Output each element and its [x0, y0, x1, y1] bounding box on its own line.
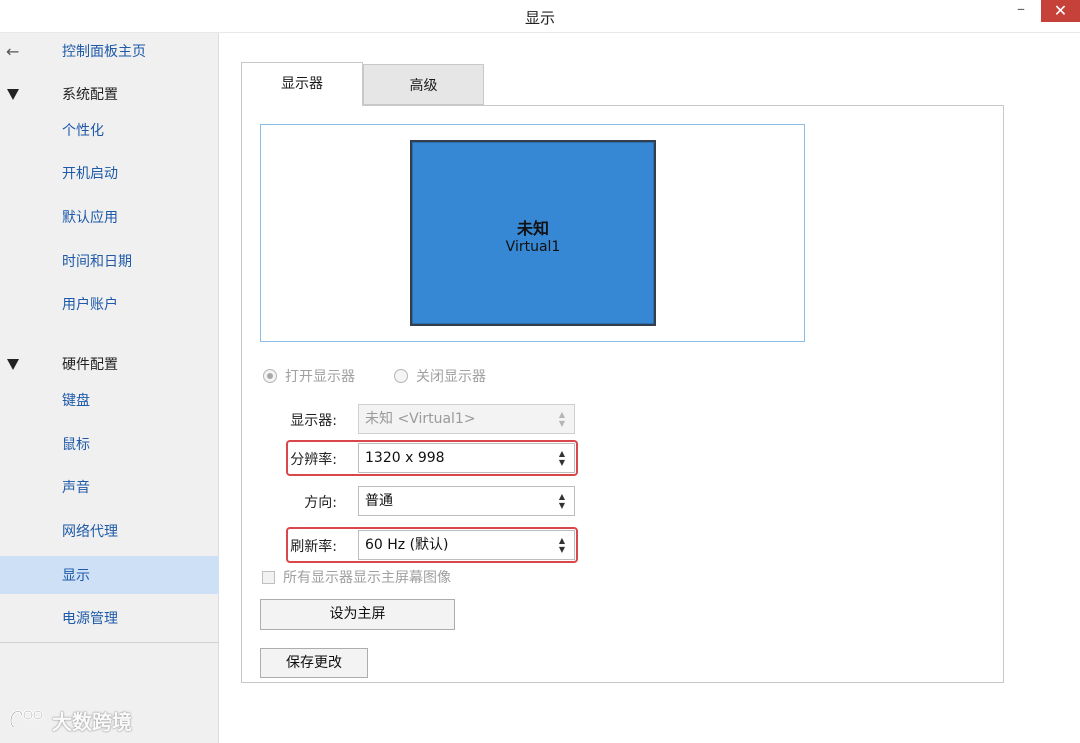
radio-label: 打开显示器 — [285, 369, 355, 385]
mirror-checkbox-label: 所有显示器显示主屏幕图像 — [283, 570, 451, 586]
sidebar-item-display[interactable]: 显示 — [0, 556, 219, 594]
monitor-tile[interactable]: 未知 Virtual1 — [410, 140, 656, 326]
sidebar-item-mouse[interactable]: 鼠标 — [0, 426, 219, 462]
monitor-name: 未知 — [516, 219, 549, 238]
set-primary-button[interactable]: 设为主屏 — [260, 599, 455, 630]
sidebar-item-label: 键盘 — [62, 393, 90, 409]
window-title: 显示 — [524, 9, 555, 27]
radio-unselected-icon[interactable] — [394, 369, 408, 383]
close-button[interactable]: ✕ — [1041, 0, 1080, 22]
refresh-rate-select-value: 60 Hz (默认) — [365, 537, 449, 553]
collapse-triangle-icon[interactable] — [7, 88, 19, 100]
sidebar-item-label: 网络代理 — [62, 524, 118, 540]
spinner-arrows-icon: ▲ ▼ — [558, 449, 566, 467]
spinner-arrows-icon: ▲ ▼ — [558, 410, 566, 428]
resolution-select-value: 1320 x 998 — [365, 450, 445, 466]
tab-advanced[interactable]: 高级 — [363, 64, 484, 105]
sidebar-item-date-time[interactable]: 时间和日期 — [0, 243, 219, 279]
sidebar-item-keyboard[interactable]: 键盘 — [0, 382, 219, 418]
monitor-select-value: 未知 <Virtual1> — [365, 411, 476, 427]
sidebar-section-label: 系统配置 — [62, 87, 118, 103]
sidebar-item-default-apps[interactable]: 默认应用 — [0, 199, 219, 235]
sidebar-item-label: 显示 — [62, 568, 90, 584]
sidebar-section-hardware[interactable]: 硬件配置 — [0, 346, 219, 382]
monitor-select-label: 显示器: — [290, 413, 337, 429]
orientation-select-label: 方向: — [304, 495, 337, 511]
sidebar-item-personalization[interactable]: 个性化 — [0, 112, 219, 148]
sidebar-item-label: 开机启动 — [62, 166, 118, 182]
refresh-rate-select[interactable]: 60 Hz (默认) ▲ ▼ — [358, 530, 575, 560]
back-arrow-icon[interactable]: ← — [6, 42, 19, 61]
radio-monitor-on[interactable]: 打开显示器 — [263, 366, 355, 386]
sidebar-item-label: 声音 — [62, 480, 90, 496]
watermark: 大数跨境 — [8, 700, 132, 740]
orientation-select-value: 普通 — [365, 493, 393, 509]
sidebar-item-startup[interactable]: 开机启动 — [0, 155, 219, 191]
watermark-text: 大数跨境 — [52, 709, 132, 734]
spinner-arrows-icon: ▲ ▼ — [558, 536, 566, 554]
sidebar-item-power[interactable]: 电源管理 — [0, 600, 219, 636]
radio-label: 关闭显示器 — [416, 369, 486, 385]
sidebar-item-label: 默认应用 — [62, 210, 118, 226]
minimize-button[interactable]: – — [1004, 0, 1038, 22]
orientation-select[interactable]: 普通 ▲ ▼ — [358, 486, 575, 516]
mirror-checkbox-row[interactable]: 所有显示器显示主屏幕图像 — [262, 568, 451, 586]
refresh-rate-select-label: 刷新率: — [290, 539, 337, 555]
sidebar-item-label: 鼠标 — [62, 437, 90, 453]
sidebar-item-label: 用户账户 — [62, 297, 118, 313]
sidebar-item-label: 控制面板主页 — [62, 44, 146, 60]
title-bar: 显示 – ✕ — [0, 0, 1080, 33]
sidebar: ← 控制面板主页 系统配置 个性化 开机启动 默认应用 时间和日期 用户账户 硬… — [0, 33, 219, 743]
spinner-arrows-icon: ▲ ▼ — [558, 492, 566, 510]
resolution-select[interactable]: 1320 x 998 ▲ ▼ — [358, 443, 575, 473]
mirror-checkbox[interactable] — [262, 570, 275, 584]
sidebar-item-home[interactable]: ← 控制面板主页 — [0, 33, 219, 69]
resolution-select-label: 分辨率: — [290, 452, 337, 468]
sidebar-section-label: 硬件配置 — [62, 357, 118, 373]
sidebar-item-label: 个性化 — [62, 123, 104, 139]
sidebar-item-label: 电源管理 — [62, 611, 118, 627]
save-button[interactable]: 保存更改 — [260, 648, 368, 678]
monitor-id: Virtual1 — [505, 239, 561, 255]
sidebar-section-system[interactable]: 系统配置 — [0, 76, 219, 112]
radio-selected-icon[interactable] — [263, 369, 277, 383]
collapse-triangle-icon[interactable] — [7, 358, 19, 370]
sidebar-item-label: 时间和日期 — [62, 254, 132, 270]
monitor-select[interactable]: 未知 <Virtual1> ▲ ▼ — [358, 404, 575, 434]
sidebar-item-sound[interactable]: 声音 — [0, 469, 219, 505]
tab-monitor[interactable]: 显示器 — [241, 62, 363, 106]
watermark-logo-icon — [9, 709, 44, 729]
sidebar-divider — [0, 642, 219, 643]
sidebar-item-network-proxy[interactable]: 网络代理 — [0, 513, 219, 549]
sidebar-item-user-accounts[interactable]: 用户账户 — [0, 286, 219, 322]
radio-monitor-off[interactable]: 关闭显示器 — [394, 366, 486, 386]
